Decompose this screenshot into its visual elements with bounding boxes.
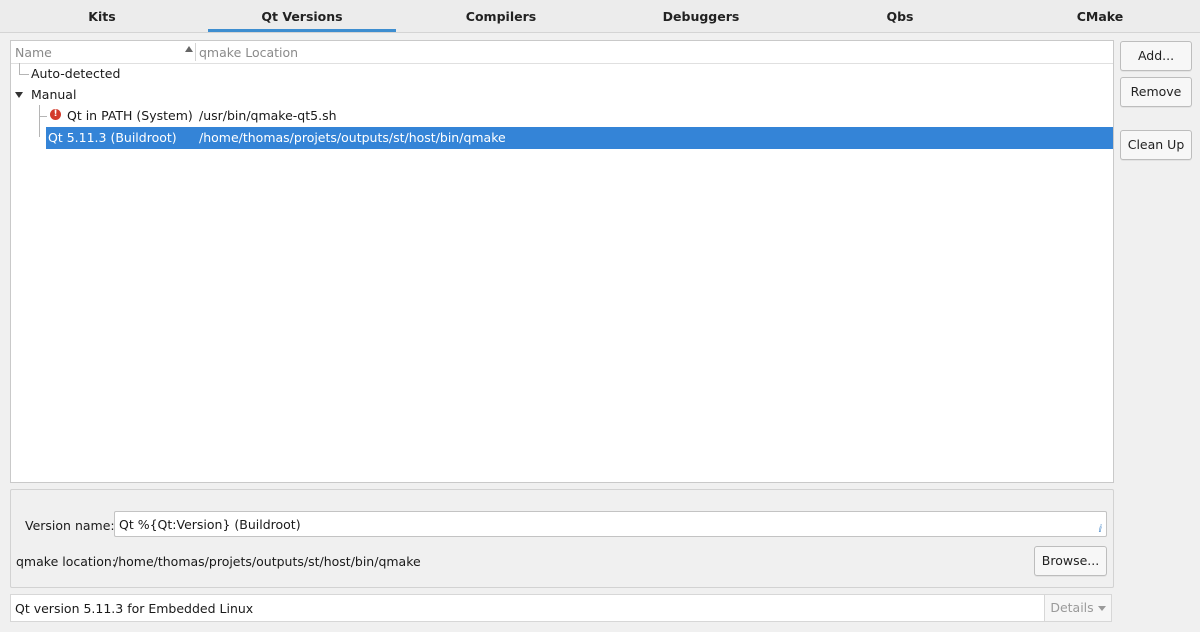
qt-versions-tree[interactable]: Name qmake Location Auto-detected Manual… bbox=[10, 40, 1114, 483]
tree-item[interactable]: ! Qt in PATH (System) /usr/bin/qmake-qt5… bbox=[11, 105, 1113, 137]
browse-button[interactable]: Browse... bbox=[1034, 546, 1107, 576]
tab-bar: Kits Qt Versions Compilers Debuggers Qbs… bbox=[0, 0, 1200, 33]
summary-text: Qt version 5.11.3 for Embedded Linux bbox=[15, 601, 254, 616]
version-name-label: Version name: bbox=[25, 518, 115, 533]
item-qmake-path: /usr/bin/qmake-qt5.sh bbox=[199, 108, 337, 123]
tab-cmake[interactable]: CMake bbox=[1000, 0, 1200, 32]
tree-item-selected[interactable]: Qt 5.11.3 (Buildroot) /home/thomas/proje… bbox=[46, 127, 1113, 149]
tab-qt-versions[interactable]: Qt Versions bbox=[208, 0, 396, 32]
qmake-location-label: qmake location: bbox=[16, 554, 117, 569]
add-button[interactable]: Add... bbox=[1120, 41, 1192, 71]
tree-branch-line bbox=[39, 105, 40, 137]
clean-up-button[interactable]: Clean Up bbox=[1120, 130, 1192, 160]
tree-branch-line bbox=[19, 74, 29, 75]
tree-group-manual[interactable]: Manual bbox=[11, 84, 1113, 105]
column-header-qmake-location[interactable]: qmake Location bbox=[199, 45, 298, 60]
version-name-input[interactable]: Qt %{Qt:Version} (Buildroot) ⅈ bbox=[114, 511, 1107, 537]
tree-branch-line bbox=[19, 63, 20, 74]
tree-group-auto-detected[interactable]: Auto-detected bbox=[11, 63, 1113, 84]
remove-button[interactable]: Remove bbox=[1120, 77, 1192, 107]
tree-group-label: Auto-detected bbox=[31, 66, 121, 81]
item-qmake-path: /home/thomas/projets/outputs/st/host/bin… bbox=[199, 130, 506, 145]
tab-debuggers[interactable]: Debuggers bbox=[602, 0, 800, 32]
column-divider[interactable] bbox=[195, 43, 196, 61]
item-name: Qt in PATH (System) bbox=[67, 108, 193, 123]
version-details-group: Version name: Qt %{Qt:Version} (Buildroo… bbox=[10, 489, 1114, 588]
tree-group-label: Manual bbox=[31, 87, 77, 102]
version-name-value: Qt %{Qt:Version} (Buildroot) bbox=[119, 517, 301, 532]
details-toggle-button[interactable]: Details bbox=[1044, 595, 1111, 621]
qmake-location-value: /home/thomas/projets/outputs/st/host/bin… bbox=[114, 554, 421, 569]
chevron-down-icon bbox=[1097, 606, 1106, 611]
qt-version-summary: Qt version 5.11.3 for Embedded Linux Det… bbox=[10, 594, 1112, 622]
expand-arrow-icon[interactable] bbox=[15, 92, 23, 98]
variable-chooser-icon[interactable]: ⅈ bbox=[1098, 517, 1102, 543]
tree-branch-line bbox=[39, 116, 47, 117]
item-name: Qt 5.11.3 (Buildroot) bbox=[48, 130, 177, 145]
tab-compilers[interactable]: Compilers bbox=[400, 0, 602, 32]
error-icon: ! bbox=[50, 109, 61, 120]
column-header-name[interactable]: Name bbox=[15, 45, 52, 60]
tab-kits[interactable]: Kits bbox=[0, 0, 204, 32]
tab-qbs[interactable]: Qbs bbox=[800, 0, 1000, 32]
details-button-label: Details bbox=[1050, 600, 1094, 615]
tree-header: Name qmake Location bbox=[11, 41, 1113, 64]
sort-ascending-icon bbox=[185, 46, 193, 52]
